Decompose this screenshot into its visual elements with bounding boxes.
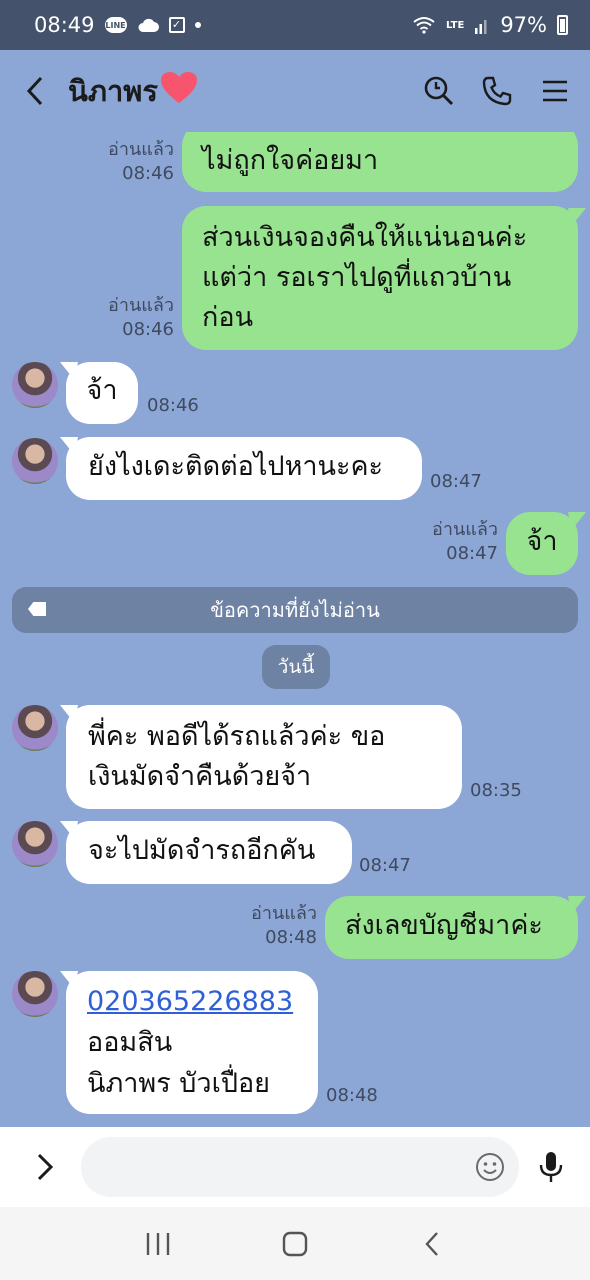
unread-divider: ข้อความที่ยังไม่อ่าน (12, 587, 578, 633)
emoji-icon[interactable] (475, 1152, 505, 1182)
phone-call-icon[interactable] (482, 76, 512, 106)
chat-header: นิภาพร (0, 50, 590, 132)
message-text: ส่งเลขบัญชีมาค่ะ (345, 910, 543, 941)
home-icon[interactable] (280, 1229, 310, 1259)
message-text: ไม่ถูกใจค่อยมา (202, 145, 379, 176)
search-icon[interactable] (424, 76, 454, 106)
chat-title: นิภาพร (68, 68, 198, 114)
recent-apps-icon[interactable] (143, 1229, 173, 1259)
status-time: 08:49 (34, 13, 95, 37)
menu-icon[interactable] (540, 76, 570, 106)
contact-avatar[interactable] (12, 821, 58, 867)
their-message-bubble[interactable]: พี่คะ พอดีได้รถแล้วค่ะ ขอ เงินมัดจำคืนด้… (66, 705, 462, 809)
message-meta: อ่านแล้ว 08:46 (108, 138, 174, 186)
contact-avatar[interactable] (12, 362, 58, 408)
account-number-link[interactable]: 020365226883 (87, 981, 297, 1022)
read-receipt: อ่านแล้ว (251, 903, 317, 924)
message-text-line: นิภาพร บัวเปื่อย (87, 1068, 271, 1099)
message-meta: อ่านแล้ว 08:47 (432, 518, 498, 566)
message-text: ยังไงเดะติดต่อไปหานะคะ (88, 451, 384, 482)
my-message-bubble[interactable]: จ้า (506, 512, 578, 575)
message-time: 08:48 (265, 927, 317, 948)
message-text-line: ออมสิน (87, 1027, 173, 1058)
their-message-bubble[interactable]: จ้า (66, 362, 138, 424)
date-chip: วันนี้ (262, 645, 330, 689)
message-time: 08:47 (430, 471, 482, 492)
contact-avatar[interactable] (12, 438, 58, 484)
line-app-icon: LINE (104, 17, 127, 33)
message-text-line: พี่คะ พอดีได้รถแล้วค่ะ ขอ (88, 721, 386, 752)
message-input[interactable] (81, 1137, 519, 1197)
message-time: 08:46 (147, 395, 199, 416)
their-message-bubble[interactable]: จะไปมัดจำรถอีกคัน (66, 821, 352, 884)
message-meta: อ่านแล้ว 08:46 (108, 294, 174, 342)
expand-chevron-icon[interactable] (30, 1152, 59, 1182)
read-receipt: อ่านแล้ว (108, 139, 174, 160)
message-time: 08:46 (122, 163, 174, 184)
message-text: จ้า (526, 526, 558, 557)
message-text: จะไปมัดจำรถอีกคัน (88, 835, 316, 866)
contact-name: นิภาพร (68, 74, 158, 108)
checkbox-notification-icon: ✓ (168, 17, 185, 33)
message-text-line: แต่ว่า รอเราไปดูที่แถวบ้าน (202, 262, 512, 293)
cloud-icon (137, 18, 159, 32)
microphone-icon[interactable] (537, 1152, 566, 1182)
message-text-line: ส่วนเงินจองคืนให้แน่นอนค่ะ (202, 222, 528, 253)
their-message-bubble[interactable]: ยังไงเดะติดต่อไปหานะคะ (66, 437, 422, 500)
message-time: 08:35 (470, 780, 522, 801)
heart-icon (160, 71, 198, 112)
message-time: 08:47 (359, 855, 411, 876)
chat-messages[interactable]: อ่านแล้ว 08:46 ไม่ถูกใจค่อยมา อ่านแล้ว 0… (0, 132, 590, 1127)
battery-percent: 97% (500, 13, 547, 37)
my-message-bubble[interactable]: ไม่ถูกใจค่อยมา (182, 132, 578, 192)
unread-divider-label: ข้อความที่ยังไม่อ่าน (210, 598, 380, 622)
signal-icon (474, 16, 490, 34)
message-time: 08:46 (122, 319, 174, 340)
more-notifications-dot-icon (194, 22, 201, 28)
message-time: 08:47 (446, 543, 498, 564)
back-icon[interactable] (20, 76, 50, 106)
message-time: 08:48 (326, 1085, 378, 1106)
message-text-line: เงินมัดจำคืนด้วยจ้า (88, 761, 312, 792)
message-text: จ้า (86, 375, 118, 406)
status-bar: 08:49 LINE ✓ LTE 97% (0, 0, 590, 50)
battery-icon (557, 15, 568, 35)
message-input-container (81, 1137, 519, 1197)
my-message-bubble[interactable]: ส่งเลขบัญชีมาค่ะ (325, 896, 578, 959)
my-message-bubble[interactable]: ส่วนเงินจองคืนให้แน่นอนค่ะ แต่ว่า รอเราไ… (182, 206, 578, 350)
tag-icon (28, 602, 46, 616)
message-text-line: ก่อน (202, 302, 254, 333)
nav-back-icon[interactable] (417, 1229, 447, 1259)
contact-avatar[interactable] (12, 971, 58, 1017)
contact-avatar[interactable] (12, 705, 58, 751)
message-meta: อ่านแล้ว 08:48 (251, 902, 317, 950)
their-message-bubble[interactable]: 020365226883 ออมสิน นิภาพร บัวเปื่อย (66, 971, 318, 1114)
read-receipt: อ่านแล้ว (432, 519, 498, 540)
read-receipt: อ่านแล้ว (108, 295, 174, 316)
wifi-icon (412, 16, 436, 34)
system-navigation-bar (0, 1207, 590, 1280)
message-input-bar (0, 1127, 590, 1207)
volte-lte-icon: LTE (445, 19, 465, 31)
